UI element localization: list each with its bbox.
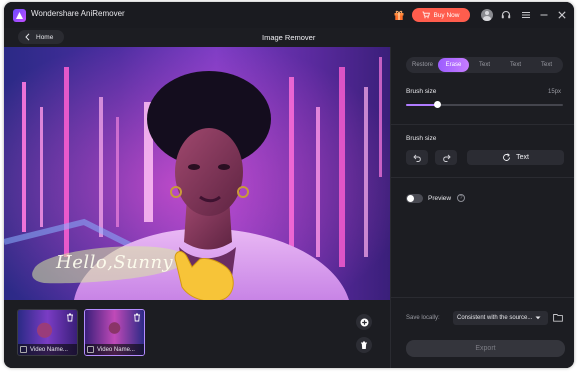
thumbnail-label-bar: Video Name... <box>18 344 77 355</box>
tab-erase[interactable]: Erase <box>438 58 469 72</box>
divider <box>391 124 574 125</box>
menu-icon[interactable] <box>520 9 532 21</box>
undo-icon <box>412 154 421 162</box>
redo-icon <box>442 154 451 162</box>
headset-icon[interactable] <box>500 9 512 21</box>
overlay-text: Hello,Sunny <box>56 252 174 273</box>
trash-icon[interactable] <box>133 313 141 322</box>
app-title: Wondershare AniRemover <box>31 9 125 18</box>
save-locally-label: Save locally: <box>406 315 440 321</box>
user-avatar[interactable] <box>481 9 493 21</box>
plus-icon <box>360 318 368 326</box>
export-label: Export <box>475 345 496 352</box>
image-canvas[interactable]: Hello,Sunny <box>4 47 390 300</box>
brush-size-label-2: Brush size <box>406 135 437 142</box>
cart-icon <box>422 11 431 19</box>
app-window: Wondershare AniRemover Buy Now Home Imag… <box>4 2 574 368</box>
trash-icon <box>361 341 367 349</box>
delete-all-button[interactable] <box>356 337 372 353</box>
title-bar: Wondershare AniRemover Buy Now <box>4 2 574 28</box>
divider <box>391 297 574 298</box>
thumbnail-checkbox[interactable] <box>87 346 94 353</box>
text-button-label: Text <box>516 154 529 161</box>
thumbnail-label-bar: Video Name... <box>85 344 144 355</box>
brush-size-value: 15px <box>548 89 562 95</box>
minimize-icon[interactable] <box>538 9 550 21</box>
settings-panel: Restore Erase Text Text Text Brush size … <box>390 47 574 368</box>
undo-button[interactable] <box>406 150 428 165</box>
home-label: Home <box>36 33 54 41</box>
preview-toggle[interactable] <box>406 194 423 203</box>
tab-text[interactable]: Text <box>500 58 531 72</box>
thumbnail-strip: Video Name... Video Name... <box>4 300 390 368</box>
thumbnail-item[interactable]: Video Name... <box>17 309 78 356</box>
mode-tabs: Restore Erase Text Text Text <box>406 57 563 73</box>
thumbnail-label: Video Name... <box>30 346 68 353</box>
redo-button[interactable] <box>435 150 457 165</box>
add-button[interactable] <box>356 314 372 330</box>
tab-text[interactable]: Text <box>469 58 500 72</box>
export-button[interactable]: Export <box>406 340 565 357</box>
trash-icon[interactable] <box>66 313 74 322</box>
help-icon[interactable]: ? <box>457 194 465 202</box>
brush-size-slider[interactable] <box>406 101 563 108</box>
thumbnail-checkbox[interactable] <box>20 346 27 353</box>
brush-size-label: Brush size <box>406 88 437 95</box>
close-icon[interactable] <box>556 9 568 21</box>
thumbnail-label: Video Name... <box>97 346 135 353</box>
buy-now-button[interactable]: Buy Now <box>412 8 470 22</box>
refresh-icon <box>503 153 511 161</box>
page-title: Image Remover <box>262 33 316 42</box>
thumbnail-item-selected[interactable]: Video Name... <box>84 309 145 356</box>
app-logo-icon <box>13 9 26 22</box>
divider <box>391 177 574 178</box>
slider-handle[interactable] <box>433 101 441 108</box>
gift-icon[interactable] <box>393 9 405 21</box>
save-location-value: Consistent with the source... <box>457 315 533 321</box>
buy-now-label: Buy Now <box>433 11 460 19</box>
chevron-left-icon <box>25 33 30 41</box>
text-button[interactable]: Text <box>467 150 564 165</box>
tab-text[interactable]: Text <box>531 58 562 72</box>
slider-fill <box>406 104 438 106</box>
preview-label: Preview <box>428 195 452 202</box>
toggle-knob <box>407 195 414 202</box>
chevron-down-icon <box>535 316 541 320</box>
save-location-select[interactable]: Consistent with the source... <box>453 311 548 325</box>
tab-restore[interactable]: Restore <box>407 58 438 72</box>
home-button[interactable]: Home <box>18 30 64 44</box>
folder-icon[interactable] <box>553 313 563 322</box>
